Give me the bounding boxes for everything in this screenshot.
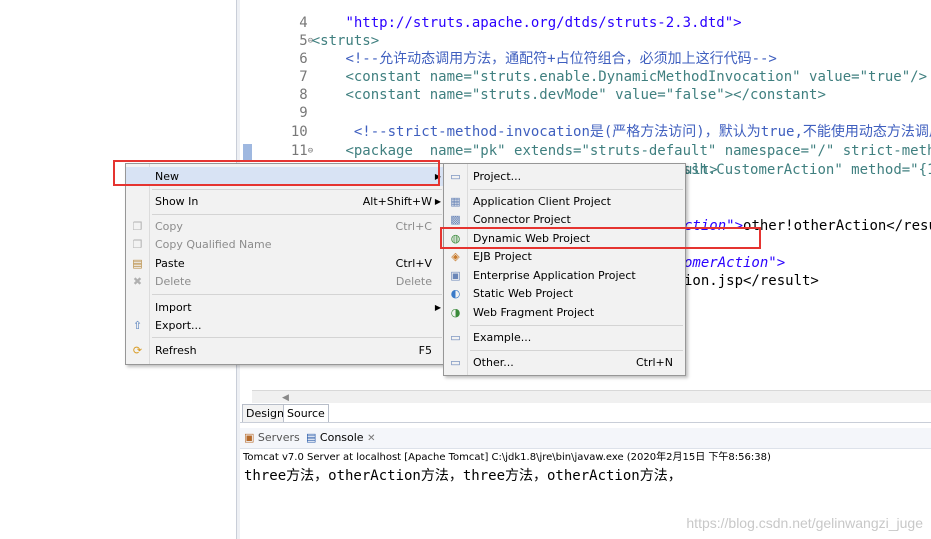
menu-separator <box>152 189 442 190</box>
menu-item-copy[interactable]: ❐ Copy Ctrl+C <box>126 217 444 236</box>
menu-separator <box>470 325 683 326</box>
menu-item-enterprise-application-project[interactable]: ▣ Enterprise Application Project <box>444 266 685 285</box>
bottom-view-bar: ▣ Servers ▤ Console ✕ <box>240 428 931 449</box>
submenu-arrow-icon: ▶ <box>434 197 441 206</box>
code-line-11: 11⊖ <package name="pk" extends="struts-d… <box>290 143 931 159</box>
submenu-arrow-icon: ▶ <box>434 303 441 312</box>
menu-separator <box>152 294 442 295</box>
menu-item-ejb-project[interactable]: ◈ EJB Project <box>444 247 685 266</box>
delete-icon: ✖ <box>132 275 143 288</box>
code-line-6: 6 <!--允许动态调用方法，通配符+占位符组合，必须加上这行代码--> <box>299 51 777 67</box>
menu-item-export[interactable]: ⇧ Export... <box>126 316 444 335</box>
menu-item-refresh[interactable]: ⟳ Refresh F5 <box>126 341 444 360</box>
editor-mode-tabs: Design Source <box>240 403 931 423</box>
menu-item-web-fragment-project[interactable]: ◑ Web Fragment Project <box>444 303 685 322</box>
console-output: three方法，otherAction方法，three方法，otherActio… <box>244 468 682 484</box>
tab-servers[interactable]: ▣ Servers <box>244 430 300 446</box>
close-icon[interactable]: ✕ <box>367 433 375 444</box>
paste-icon: ▤ <box>132 257 143 270</box>
highlight-box-dynamic-web-project <box>440 227 761 249</box>
fragment-icon: ◑ <box>450 306 461 319</box>
console-icon: ▤ <box>306 431 317 444</box>
code-fragment-18: ion.jsp</result> <box>684 273 819 289</box>
watermark: https://blog.csdn.net/gelinwangzi_juge <box>686 515 923 531</box>
connector-icon: ▩ <box>450 213 461 226</box>
code-line-12: 12⊖ <action name="customer_*" class="com… <box>252 143 931 178</box>
current-line-marker <box>243 144 252 161</box>
tab-design[interactable]: Design <box>242 404 288 422</box>
tab-source[interactable]: Source <box>283 404 329 422</box>
code-line-7: 7 <constant name="struts.enable.DynamicM… <box>299 69 928 85</box>
export-icon: ⇧ <box>132 319 143 332</box>
menu-item-example[interactable]: ▭ Example... <box>444 328 685 347</box>
menu-item-static-web-project[interactable]: ◐ Static Web Project <box>444 284 685 303</box>
code-line-9: 9 <box>299 105 308 121</box>
new-submenu: ▭ Project... ▦ Application Client Projec… <box>443 163 686 376</box>
menu-item-other[interactable]: ▭ Other... Ctrl+N <box>444 353 685 372</box>
menu-item-project[interactable]: ▭ Project... <box>444 167 685 186</box>
ejb-icon: ◈ <box>451 250 460 263</box>
other-icon: ▭ <box>450 356 461 369</box>
code-fragment-17: omerAction"> <box>684 255 786 271</box>
app-client-icon: ▦ <box>450 195 461 208</box>
menu-item-delete[interactable]: ✖ Delete Delete <box>126 272 444 291</box>
tab-console[interactable]: ▤ Console ✕ <box>306 430 375 446</box>
project-icon: ▭ <box>450 170 461 183</box>
code-line-8: 8 <constant name="struts.devMode" value=… <box>299 87 826 103</box>
static-web-icon: ◐ <box>450 287 461 300</box>
menu-separator <box>470 189 683 190</box>
ear-icon: ▣ <box>450 269 461 282</box>
console-header: Tomcat v7.0 Server at localhost [Apache … <box>243 452 771 463</box>
menu-item-show-in[interactable]: Show In Alt+Shift+W ▶ <box>126 192 444 211</box>
menu-item-paste[interactable]: ▤ Paste Ctrl+V <box>126 254 444 273</box>
refresh-icon: ⟳ <box>132 344 143 357</box>
code-fragment-13: ult> <box>684 162 718 178</box>
code-line-5: 5⊖<struts> <box>299 33 380 49</box>
code-line-10: 10 <!--strict-method-invocation是(严格方法访问)… <box>290 124 931 140</box>
copy-icon: ❐ <box>132 238 143 251</box>
menu-item-application-client-project[interactable]: ▦ Application Client Project <box>444 192 685 211</box>
highlight-box-new <box>113 160 440 186</box>
copy-icon: ❐ <box>132 220 143 233</box>
menu-separator <box>152 337 442 338</box>
servers-icon: ▣ <box>244 431 255 444</box>
menu-item-copy-qualified-name[interactable]: ❐ Copy Qualified Name <box>126 235 444 254</box>
menu-separator <box>152 214 442 215</box>
menu-item-import[interactable]: Import ▶ <box>126 298 444 317</box>
example-icon: ▭ <box>450 331 461 344</box>
code-line-4: 4 "http://struts.apache.org/dtds/struts-… <box>299 15 742 31</box>
context-menu: New ▶ Show In Alt+Shift+W ▶ ❐ Copy Ctrl+… <box>125 163 445 365</box>
menu-separator <box>470 350 683 351</box>
